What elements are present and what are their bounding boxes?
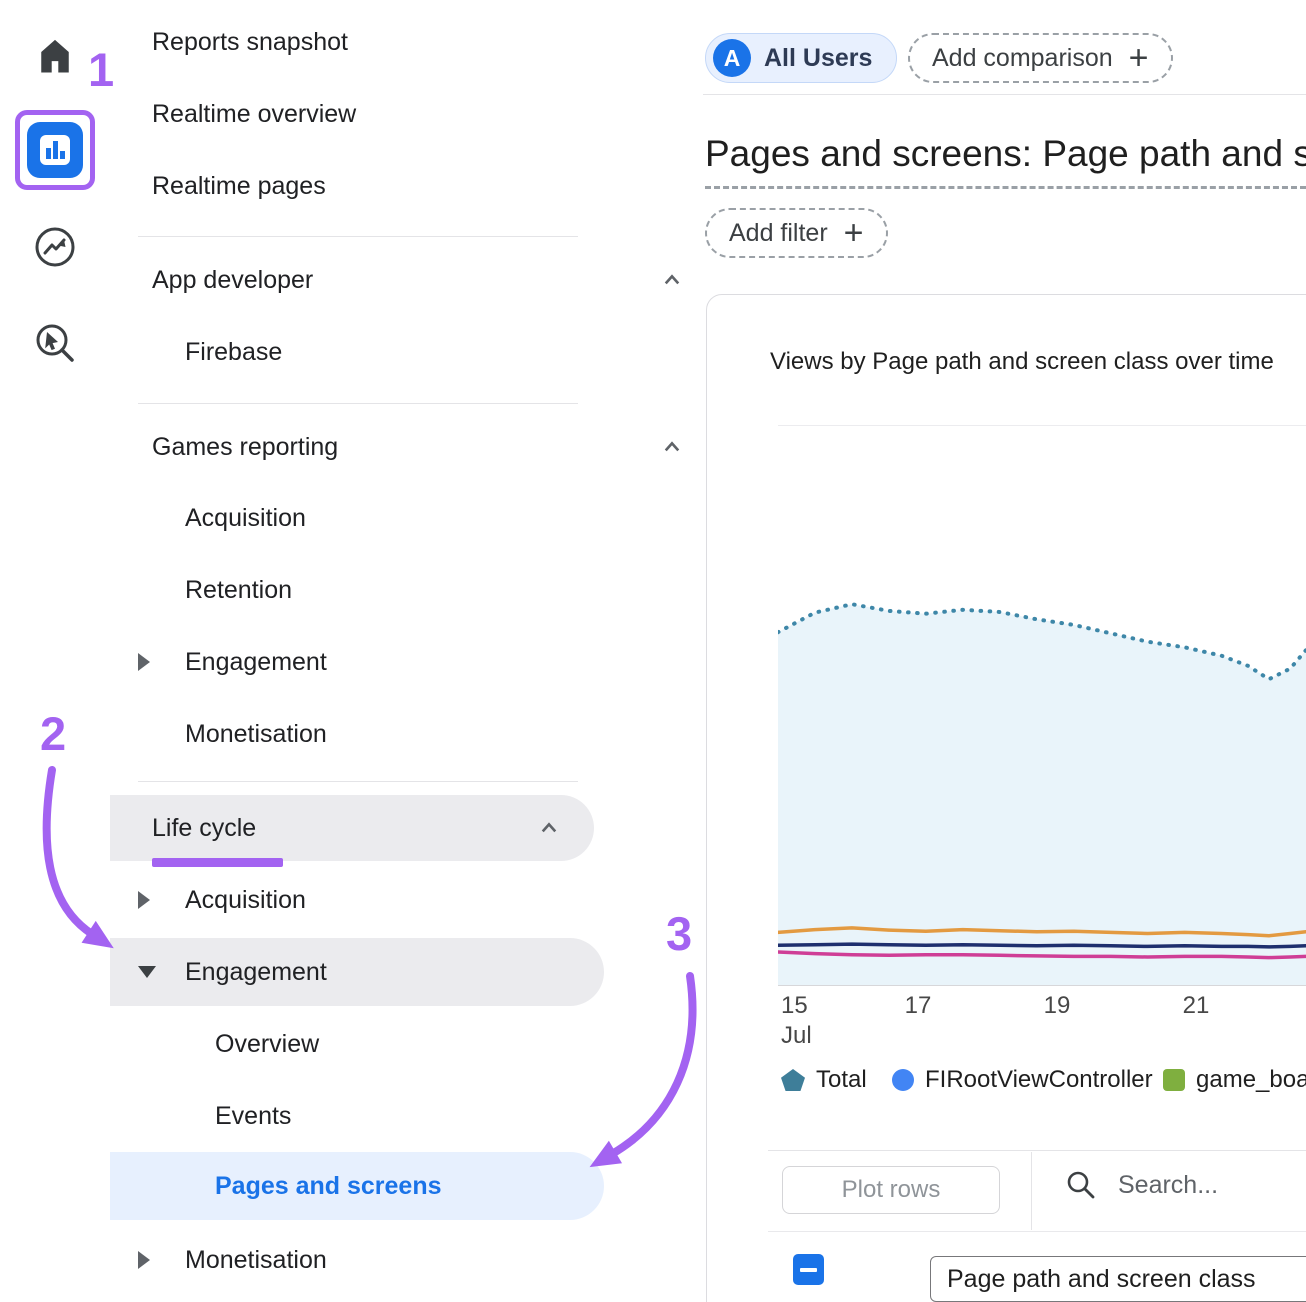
expand-arrow-icon[interactable] [138,1251,150,1269]
advertising-nav-icon[interactable] [31,319,79,372]
add-comparison-label: Add comparison [932,44,1113,73]
sidebar-item-lifecycle-acquisition[interactable]: Acquisition [110,864,703,936]
add-filter-button[interactable]: Add filter + [705,208,888,258]
search-input[interactable] [1116,1170,1280,1201]
x-tick-17: 17 [905,992,932,1020]
sidebar-section-label: Life cycle [152,814,256,843]
annotation-step1-highlight-box [15,110,95,190]
sidebar-item-label: Realtime overview [152,100,356,129]
legend-label: FIRootViewController [925,1066,1153,1094]
sidebar-item-reports-snapshot[interactable]: Reports snapshot [110,6,703,78]
sidebar-item-label: Overview [215,1030,319,1059]
indeterminate-minus-icon [800,1268,817,1272]
sidebar-item-pages-and-screens[interactable]: Pages and screens [110,1152,604,1220]
sidebar-item-label: Pages and screens [215,1172,442,1201]
ga4-reports-screen: Reports snapshot Realtime overview Realt… [0,0,1306,1302]
views-over-time-chart [778,425,1306,985]
sidebar-item-label: Reports snapshot [152,28,348,57]
segment-avatar: A [713,39,751,77]
reports-nav-icon[interactable] [27,122,83,178]
reports-sidebar: Reports snapshot Realtime overview Realt… [110,0,703,1302]
sidebar-section-games-reporting[interactable]: Games reporting [110,411,703,483]
sidebar-item-games-engagement[interactable]: Engagement [110,626,703,698]
toolbar-vertical-divider [1031,1152,1032,1230]
chevron-up-icon[interactable] [657,432,687,462]
collapse-arrow-icon[interactable] [138,966,156,978]
sidebar-item-label: Realtime pages [152,172,326,201]
series-circle-marker-icon [892,1069,914,1091]
app-icon-rail [0,0,111,1302]
home-nav-icon[interactable] [33,34,77,83]
sidebar-item-engagement-events[interactable]: Events [110,1080,703,1152]
sidebar-divider [138,236,578,237]
legend-item-total: Total [781,1066,867,1094]
chevron-up-icon[interactable] [534,813,564,843]
sidebar-section-label: App developer [152,266,313,295]
sidebar-section-label: Games reporting [152,433,338,462]
sidebar-item-lifecycle-engagement[interactable]: Engagement [110,938,604,1006]
legend-label: Total [816,1066,867,1094]
sidebar-item-games-retention[interactable]: Retention [110,554,703,626]
sidebar-item-realtime-overview[interactable]: Realtime overview [110,78,703,150]
header-divider [703,94,1306,95]
sidebar-item-realtime-pages[interactable]: Realtime pages [110,150,703,222]
table-search[interactable] [1064,1168,1280,1202]
plus-icon: + [844,216,864,250]
search-icon [1064,1168,1098,1202]
total-series-marker-icon [781,1069,805,1091]
sidebar-item-label: Events [215,1102,291,1131]
select-all-checkbox[interactable] [793,1254,824,1285]
annotation-number-3: 3 [666,906,692,961]
column-header-page-path[interactable]: Page path and screen class [930,1256,1306,1302]
all-users-segment-chip[interactable]: A All Users [705,33,897,83]
sidebar-item-firebase[interactable]: Firebase [110,316,703,388]
x-tick-21: 21 [1183,992,1210,1020]
chart-title: Views by Page path and screen class over… [770,348,1306,376]
sidebar-item-label: Monetisation [185,1246,327,1275]
sidebar-section-app-developer[interactable]: App developer [110,244,703,316]
chart-x-axis-line [778,985,1306,986]
sidebar-item-label: Engagement [185,648,327,677]
chevron-up-icon[interactable] [657,265,687,295]
annotation-number-1: 1 [88,42,114,97]
page-title: Pages and screens: Page path and screen … [705,133,1306,175]
plot-rows-button[interactable]: Plot rows [782,1166,1000,1214]
sidebar-item-label: Acquisition [185,504,306,533]
sidebar-item-label: Acquisition [185,886,306,915]
sidebar-item-games-monetisation[interactable]: Monetisation [110,698,703,770]
sidebar-item-lifecycle-monetisation[interactable]: Monetisation [110,1224,703,1296]
expand-arrow-icon[interactable] [138,653,150,671]
sidebar-item-label: Retention [185,576,292,605]
x-tick-15: 15 [781,992,808,1020]
add-comparison-button[interactable]: Add comparison + [908,33,1173,83]
expand-arrow-icon[interactable] [138,891,150,909]
legend-label: game_boa [1196,1066,1306,1094]
title-dashed-underline [705,186,1306,189]
sidebar-divider [138,403,578,404]
legend-item-game-board: game_boa [1163,1066,1306,1094]
explore-nav-icon[interactable] [31,223,79,276]
annotation-number-2: 2 [40,706,66,761]
x-tick-19: 19 [1044,992,1071,1020]
sidebar-item-label: Firebase [185,338,282,367]
add-filter-label: Add filter [729,219,828,248]
sidebar-item-label: Monetisation [185,720,327,749]
table-header-divider [768,1231,1306,1232]
x-tick-jul: Jul [781,1022,812,1050]
legend-item-firootviewcontroller: FIRootViewController [892,1066,1153,1094]
sidebar-item-engagement-overview[interactable]: Overview [110,1008,703,1080]
toolbar-top-divider [768,1150,1306,1151]
plus-icon: + [1129,41,1149,75]
series-square-marker-icon [1163,1069,1185,1091]
sidebar-item-label: Engagement [185,958,327,987]
segment-label: All Users [764,44,872,73]
sidebar-divider [138,781,578,782]
sidebar-section-life-cycle[interactable]: Life cycle [110,795,594,861]
sidebar-item-games-acquisition[interactable]: Acquisition [110,482,703,554]
